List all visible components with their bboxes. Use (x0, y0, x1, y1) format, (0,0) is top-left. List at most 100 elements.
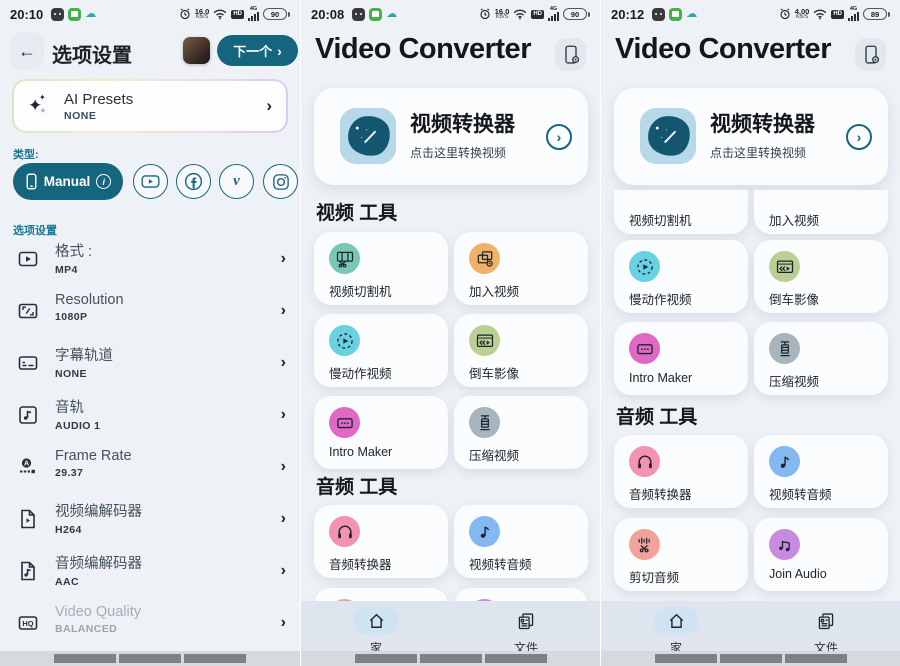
option-audio-codec[interactable]: 音频编解码器AAC › (0, 548, 300, 596)
files-icon (815, 611, 837, 632)
audio-tools-header: 音频 工具 (616, 402, 697, 429)
audio-codec-icon (16, 559, 40, 583)
option-video-codec[interactable]: 视频编解码器H264 › (0, 496, 300, 544)
option-format[interactable]: 格式 :MP4 › (0, 236, 300, 284)
option-subtitle-track[interactable]: 字幕轨道NONE › (0, 340, 300, 388)
nav-files[interactable]: 文件 (481, 607, 571, 656)
tool-join-audio[interactable]: Join Audio (754, 518, 888, 591)
tool-cut-audio[interactable]: 剪切音频 (614, 518, 748, 591)
android-nav-bar[interactable] (0, 651, 300, 666)
signal-icon: 4G (848, 7, 859, 21)
app-logo-icon (340, 108, 396, 164)
intro-maker-icon (635, 339, 655, 359)
ai-presets-card[interactable]: ✦✦✧ AI Presets NONE › (12, 79, 288, 133)
messenger-app-icon (352, 8, 365, 21)
chevron-right-icon: › (266, 96, 272, 116)
three-screen-collage: 20:10 ☁ 16.0 KB/S HD 4G 90 (0, 0, 900, 666)
home-icon (666, 611, 687, 631)
tool-join-video[interactable]: 加入视频 (454, 232, 588, 305)
tool-slow-motion[interactable]: 慢动作视频 (614, 240, 748, 313)
option-video-quality[interactable]: HQ Video QualityBALANCED › (0, 600, 300, 648)
nav-files[interactable]: 文件 (781, 607, 871, 656)
slow-motion-icon (635, 257, 655, 277)
svg-text:HQ: HQ (22, 619, 33, 628)
tool-compress-video[interactable]: 压缩视频 (454, 396, 588, 469)
back-button[interactable]: ← (10, 32, 44, 70)
tool-compress-video[interactable]: 压缩视频 (754, 322, 888, 395)
manual-type-button[interactable]: Manual i (13, 163, 123, 200)
video-quality-icon: HQ (16, 611, 40, 635)
option-frame-rate[interactable]: A Frame Rate29.37 › (0, 444, 300, 492)
tool-video-to-audio[interactable]: 视频转音频 (454, 505, 588, 578)
messenger-app-icon (51, 8, 64, 21)
chevron-right-icon: › (281, 614, 286, 632)
tool-video-cutter[interactable]: 视频切割机 (314, 232, 448, 305)
youtube-button[interactable] (133, 164, 168, 199)
intro-maker-icon (335, 413, 355, 433)
tool-join-video[interactable]: 加入视频 (754, 190, 888, 234)
home-icon (366, 611, 387, 631)
chevron-right-icon: › (281, 406, 286, 424)
facebook-button[interactable] (176, 164, 211, 199)
android-nav-bar[interactable] (301, 651, 600, 666)
chevron-right-icon: › (281, 354, 286, 372)
vimeo-button[interactable]: v (219, 164, 254, 199)
reverse-video-icon (475, 331, 495, 351)
video-cutter-icon (335, 249, 355, 269)
phone-gear-icon (861, 44, 881, 66)
chat-app-icon (68, 8, 81, 21)
cloud-icon: ☁ (85, 9, 96, 20)
join-audio-icon (775, 535, 795, 555)
tool-video-to-audio[interactable]: 视频转音频 (754, 435, 888, 508)
info-icon[interactable]: i (96, 174, 111, 189)
audio-track-icon (16, 403, 40, 427)
tool-audio-converter[interactable]: 音频转换器 (314, 505, 448, 578)
net-speed: 16.0 KB/S (195, 8, 210, 21)
chevron-right-icon: › (281, 250, 286, 268)
app-logo-icon (640, 108, 696, 164)
hero-title: 视频转换器 (410, 108, 515, 138)
device-settings-button[interactable] (555, 38, 586, 71)
hero-converter-card[interactable]: 视频转换器 点击这里转换视频 › (614, 88, 888, 185)
option-resolution[interactable]: Resolution1080P › (0, 288, 300, 336)
screen-options: 20:10 ☁ 16.0 KB/S HD 4G 90 (0, 0, 300, 666)
chevron-right-icon: › (281, 562, 286, 580)
app-title: Video Converter (315, 33, 531, 66)
device-settings-button[interactable] (855, 38, 886, 71)
nav-home[interactable]: 家 (631, 607, 721, 656)
screen-home: 20:08 ☁ 16.0 KB/S HD 4G 90 (300, 0, 600, 666)
video-codec-icon (16, 507, 40, 531)
tool-reverse-video[interactable]: 倒车影像 (754, 240, 888, 313)
messenger-app-icon (652, 8, 665, 21)
facebook-icon (183, 171, 204, 192)
vimeo-icon: v (233, 173, 240, 190)
nav-home[interactable]: 家 (331, 607, 421, 656)
alarm-icon (179, 8, 191, 20)
tool-reverse-video[interactable]: 倒车影像 (454, 314, 588, 387)
headphones-icon (635, 452, 655, 472)
chevron-right-icon: › (281, 510, 286, 528)
hero-subtitle: 点击这里转换视频 (710, 144, 815, 161)
hd-indicator: HD (531, 10, 544, 19)
hero-converter-card[interactable]: 视频转换器 点击这里转换视频 › (314, 88, 588, 185)
hd-indicator: HD (831, 10, 844, 19)
files-icon (515, 611, 537, 632)
net-speed: 4.00 KB/S (795, 8, 810, 21)
instagram-icon (272, 173, 290, 191)
status-bar: 20:10 ☁ 16.0 KB/S HD 4G 90 (0, 0, 300, 28)
tool-intro-maker[interactable]: Intro Maker (314, 396, 448, 469)
option-audio-track[interactable]: 音轨AUDIO 1 › (0, 392, 300, 440)
chevron-circle-icon: › (846, 124, 872, 150)
next-button[interactable]: 下一个 › (217, 35, 298, 66)
instagram-button[interactable] (263, 164, 298, 199)
clock: 20:10 (10, 7, 43, 22)
tool-slow-motion[interactable]: 慢动作视频 (314, 314, 448, 387)
alarm-icon (479, 8, 491, 20)
android-nav-bar[interactable] (601, 651, 900, 666)
subtitle-icon (16, 351, 40, 375)
tool-video-cutter[interactable]: 视频切割机 (614, 190, 748, 234)
tool-intro-maker[interactable]: Intro Maker (614, 322, 748, 395)
chat-app-icon (669, 8, 682, 21)
join-video-icon (475, 249, 495, 269)
tool-audio-converter[interactable]: 音频转换器 (614, 435, 748, 508)
